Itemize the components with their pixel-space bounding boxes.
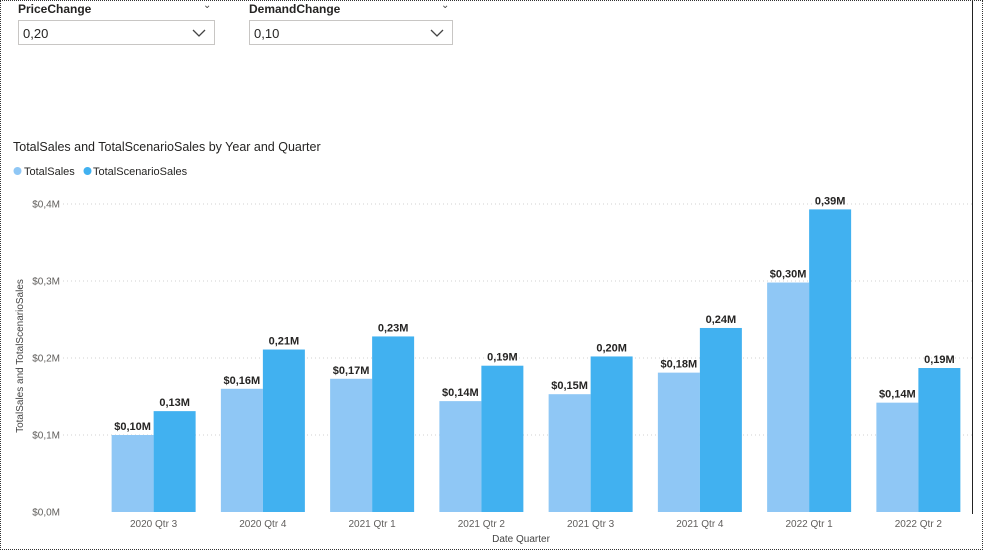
data-label: $0,14M [442,387,479,399]
y-axis-title: TotalSales and TotalScenarioSales [15,279,26,433]
data-label: 0,19M [924,354,955,366]
data-label: 0,20M [596,342,627,354]
x-tick-label: 2020 Qtr 4 [239,519,287,530]
legend-marker-totalscenariosales [83,167,92,175]
clustered-column-chart: TotalSales and TotalScenarioSales by Yea… [13,140,973,545]
bar-totalscenariosales[interactable] [809,209,852,512]
bar-totalsales[interactable] [657,372,700,512]
bar-totalsales[interactable] [548,394,591,512]
legend-label-totalscenariosales[interactable]: TotalScenarioSales [93,166,188,178]
y-tick-label: $0,1M [32,431,60,442]
bar-totalscenariosales[interactable] [153,411,196,512]
bar-totalsales[interactable] [439,401,482,512]
bar-totalscenariosales[interactable] [590,356,633,512]
x-tick-label: 2021 Qtr 3 [567,519,615,530]
data-label: 0,13M [159,397,190,409]
x-tick-label: 2021 Qtr 4 [676,519,724,530]
legend: TotalSales TotalScenarioSales [13,166,188,178]
data-label: 0,21M [269,336,300,348]
x-tick-label: 2022 Qtr 1 [785,519,833,530]
x-tick-label: 2021 Qtr 1 [348,519,396,530]
bars [111,209,961,512]
x-tick-label: 2021 Qtr 2 [458,519,506,530]
bar-totalscenariosales[interactable] [262,349,305,512]
legend-label-totalsales[interactable]: TotalSales [24,166,75,178]
data-label: $0,14M [879,389,916,401]
x-axis: 2020 Qtr 3 2020 Qtr 4 2021 Qtr 1 2021 Qtr 2… [130,519,942,530]
data-label: 0,24M [706,314,737,326]
data-label: $0,30M [770,269,807,281]
y-tick-label: $0,2M [32,354,60,365]
data-label: $0,17M [333,365,370,377]
data-label: $0,10M [114,421,151,433]
bar-totalscenariosales[interactable] [481,365,524,512]
y-axis: $0,0M $0,1M $0,2M $0,3M $0,4M [32,200,60,519]
y-tick-label: $0,4M [32,200,60,211]
y-tick-label: $0,3M [32,277,60,288]
data-label: 0,19M [487,352,518,364]
y-tick-label: $0,0M [32,508,60,519]
bar-totalsales[interactable] [220,388,263,512]
data-label: $0,16M [224,375,261,387]
x-tick-label: 2022 Qtr 2 [895,519,943,530]
bar-totalsales[interactable] [330,378,373,512]
bar-totalsales[interactable] [111,435,154,512]
data-label: $0,18M [661,359,698,371]
legend-marker-totalsales [13,167,22,175]
chart-title: TotalSales and TotalScenarioSales by Yea… [13,140,321,154]
bar-totalsales[interactable] [876,402,919,512]
bar-totalscenariosales[interactable] [372,336,415,512]
bar-totalscenariosales[interactable] [699,327,742,512]
data-label: 0,39M [815,195,846,207]
x-tick-label: 2020 Qtr 3 [130,519,178,530]
bar-totalsales[interactable] [767,282,810,512]
x-axis-title: Date Quarter [492,534,550,545]
data-label: $0,15M [551,380,588,392]
bar-totalscenariosales[interactable] [918,368,961,512]
data-label: 0,23M [378,322,409,334]
report-canvas: PriceChange ⌄ 0,20 DemandChange ⌄ 0,10 T… [0,0,983,550]
